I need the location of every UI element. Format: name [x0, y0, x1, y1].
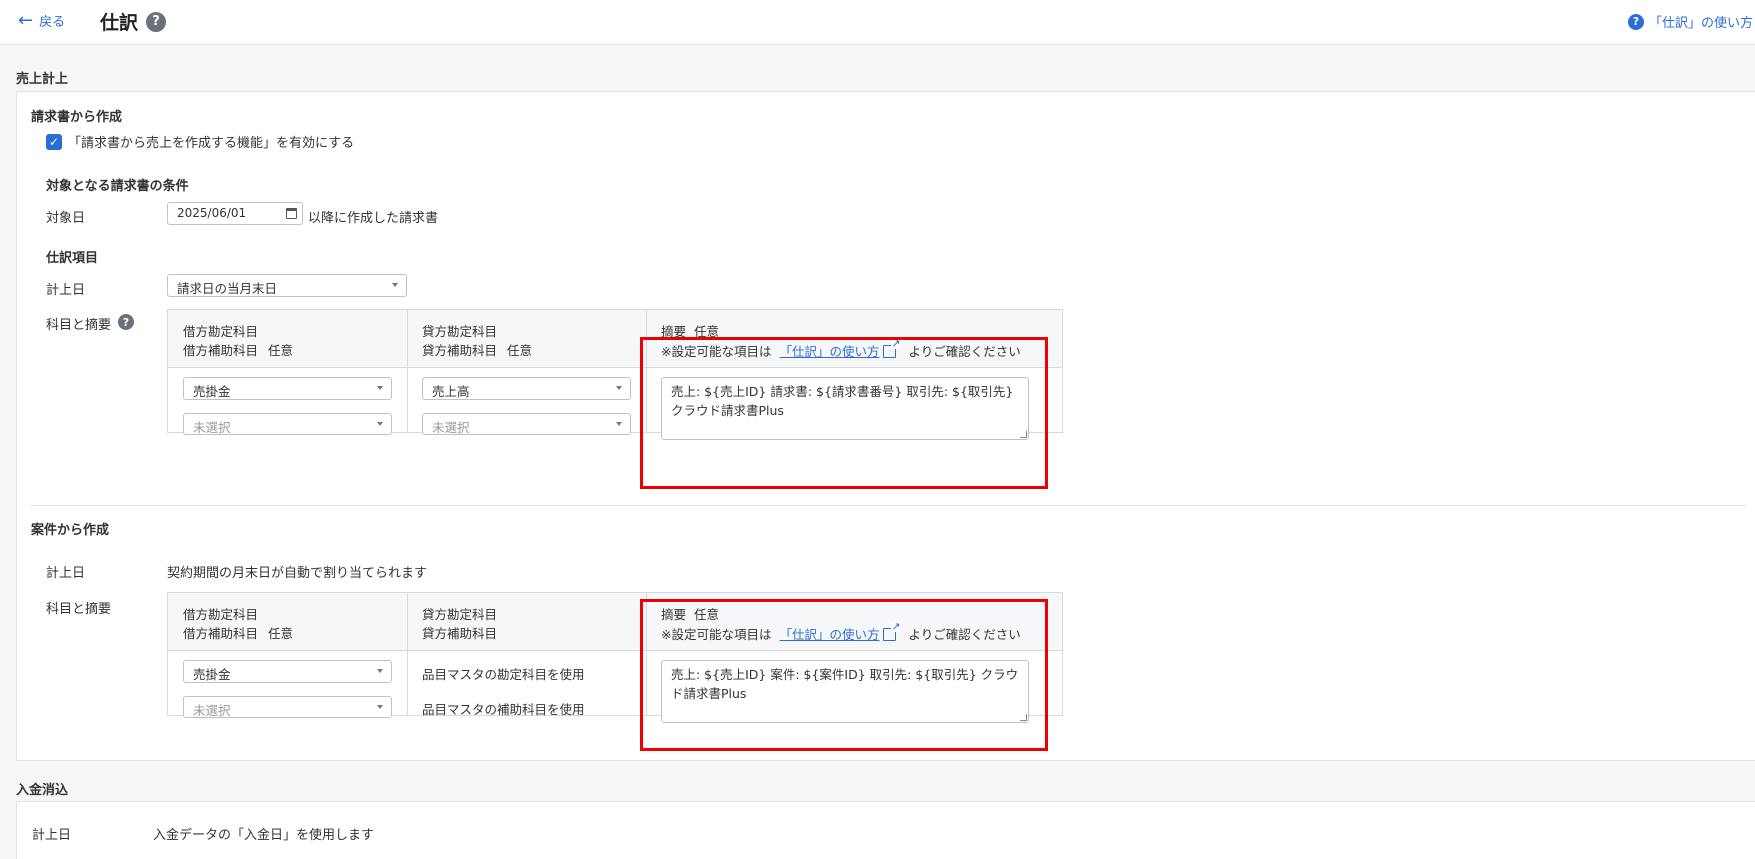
highlight-box	[640, 337, 1048, 489]
highlight-box	[640, 599, 1048, 751]
debit-sub-value: 未選択	[193, 703, 231, 718]
conditions-title: 対象となる請求書の条件	[46, 179, 189, 194]
posting-date-value: 請求日の当月末日	[177, 281, 278, 296]
back-button[interactable]: ← 戻る	[18, 11, 65, 30]
payment-posting-date-label: 計上日	[32, 828, 72, 843]
optional-tag: 任意	[268, 343, 294, 358]
question-circle-icon: ?	[1627, 13, 1644, 30]
credit-account-value: 売上高	[432, 384, 470, 399]
sales-section-title: 売上計上	[16, 72, 69, 87]
enable-invoice-label[interactable]: 「請求書から売上を作成する機能」を有効にする	[68, 132, 354, 151]
journal-items-title: 仕訳項目	[46, 251, 99, 266]
sales-panel: 請求書から作成 ✓ 「請求書から売上を作成する機能」を有効にする 対象となる請求…	[16, 91, 1755, 761]
debit-sub-header-label: 借方補助科目	[183, 343, 259, 358]
from-invoice-title: 請求書から作成	[31, 110, 123, 125]
project-accounts-memo-label: 科目と摘要	[46, 602, 112, 617]
chevron-down-icon	[616, 422, 622, 426]
debit-account-select[interactable]: 売掛金	[183, 660, 392, 683]
help-question-icon[interactable]: ?	[118, 314, 134, 330]
top-bar: ← 戻る 仕訳 ? ? 「仕訳」の使い方	[0, 0, 1755, 45]
chevron-down-icon	[377, 422, 383, 426]
debit-sub-header: 借方補助科目 任意	[183, 623, 293, 642]
posting-date-select[interactable]: 請求日の当月末日	[167, 274, 407, 297]
help-usage-label: 「仕訳」の使い方	[1648, 16, 1753, 31]
target-date-label: 対象日	[46, 211, 86, 226]
debit-header: 借方勘定科目	[183, 324, 259, 339]
payment-panel: 計上日 入金データの「入金日」を使用します	[16, 801, 1755, 859]
optional-tag: 任意	[507, 343, 533, 358]
debit-sub-header-label: 借方補助科目	[183, 626, 259, 641]
posting-date-label: 計上日	[46, 283, 86, 298]
chevron-down-icon	[377, 669, 383, 673]
credit-sub-value: 未選択	[432, 420, 470, 435]
optional-tag: 任意	[268, 626, 294, 641]
project-posting-date-text: 契約期間の月末日が自動で割り当てられます	[167, 566, 428, 581]
chevron-down-icon	[392, 283, 398, 287]
credit-header: 貸方勘定科目	[422, 324, 498, 339]
credit-account-select[interactable]: 売上高	[422, 377, 631, 400]
column-divider	[407, 310, 408, 432]
page-title: 仕訳	[100, 12, 139, 34]
arrow-left-icon: ←	[18, 9, 34, 31]
calendar-icon[interactable]	[286, 208, 297, 219]
help-usage-link[interactable]: ? 「仕訳」の使い方	[1627, 12, 1753, 31]
debit-sub-header: 借方補助科目 任意	[183, 340, 293, 359]
column-divider	[407, 593, 408, 715]
target-date-input[interactable]: 2025/06/01	[167, 202, 303, 225]
target-date-suffix: 以降に作成した請求書	[308, 211, 439, 226]
debit-account-value: 売掛金	[193, 667, 231, 682]
help-question-icon[interactable]: ?	[146, 11, 167, 32]
credit-header: 貸方勘定科目	[422, 607, 498, 622]
debit-account-value: 売掛金	[193, 384, 231, 399]
credit-sub-header: 貸方補助科目 任意	[422, 340, 532, 359]
debit-sub-value: 未選択	[193, 420, 231, 435]
debit-header: 借方勘定科目	[183, 607, 259, 622]
credit-sub-header-label: 貸方補助科目	[422, 343, 498, 358]
chevron-down-icon	[377, 705, 383, 709]
debit-account-select[interactable]: 売掛金	[183, 377, 392, 400]
payment-section-title: 入金消込	[16, 783, 69, 798]
credit-sub-text: 品目マスタの補助科目を使用	[422, 702, 585, 717]
enable-invoice-checkbox[interactable]: ✓	[46, 134, 62, 150]
from-project-title: 案件から作成	[31, 523, 110, 538]
debit-sub-select[interactable]: 未選択	[183, 696, 392, 718]
accounts-memo-label: 科目と摘要	[46, 318, 112, 333]
chevron-down-icon	[377, 386, 383, 390]
target-date-value: 2025/06/01	[177, 206, 247, 220]
divider	[31, 505, 1746, 506]
project-posting-date-label: 計上日	[46, 566, 86, 581]
credit-sub-select[interactable]: 未選択	[422, 413, 631, 435]
page-title-group: 仕訳 ?	[100, 8, 167, 35]
back-label: 戻る	[39, 15, 66, 30]
debit-sub-select[interactable]: 未選択	[183, 413, 392, 435]
credit-account-text: 品目マスタの勘定科目を使用	[422, 667, 585, 682]
chevron-down-icon	[616, 386, 622, 390]
payment-posting-date-text: 入金データの「入金日」を使用します	[153, 828, 375, 843]
credit-sub-header: 貸方補助科目	[422, 626, 498, 641]
